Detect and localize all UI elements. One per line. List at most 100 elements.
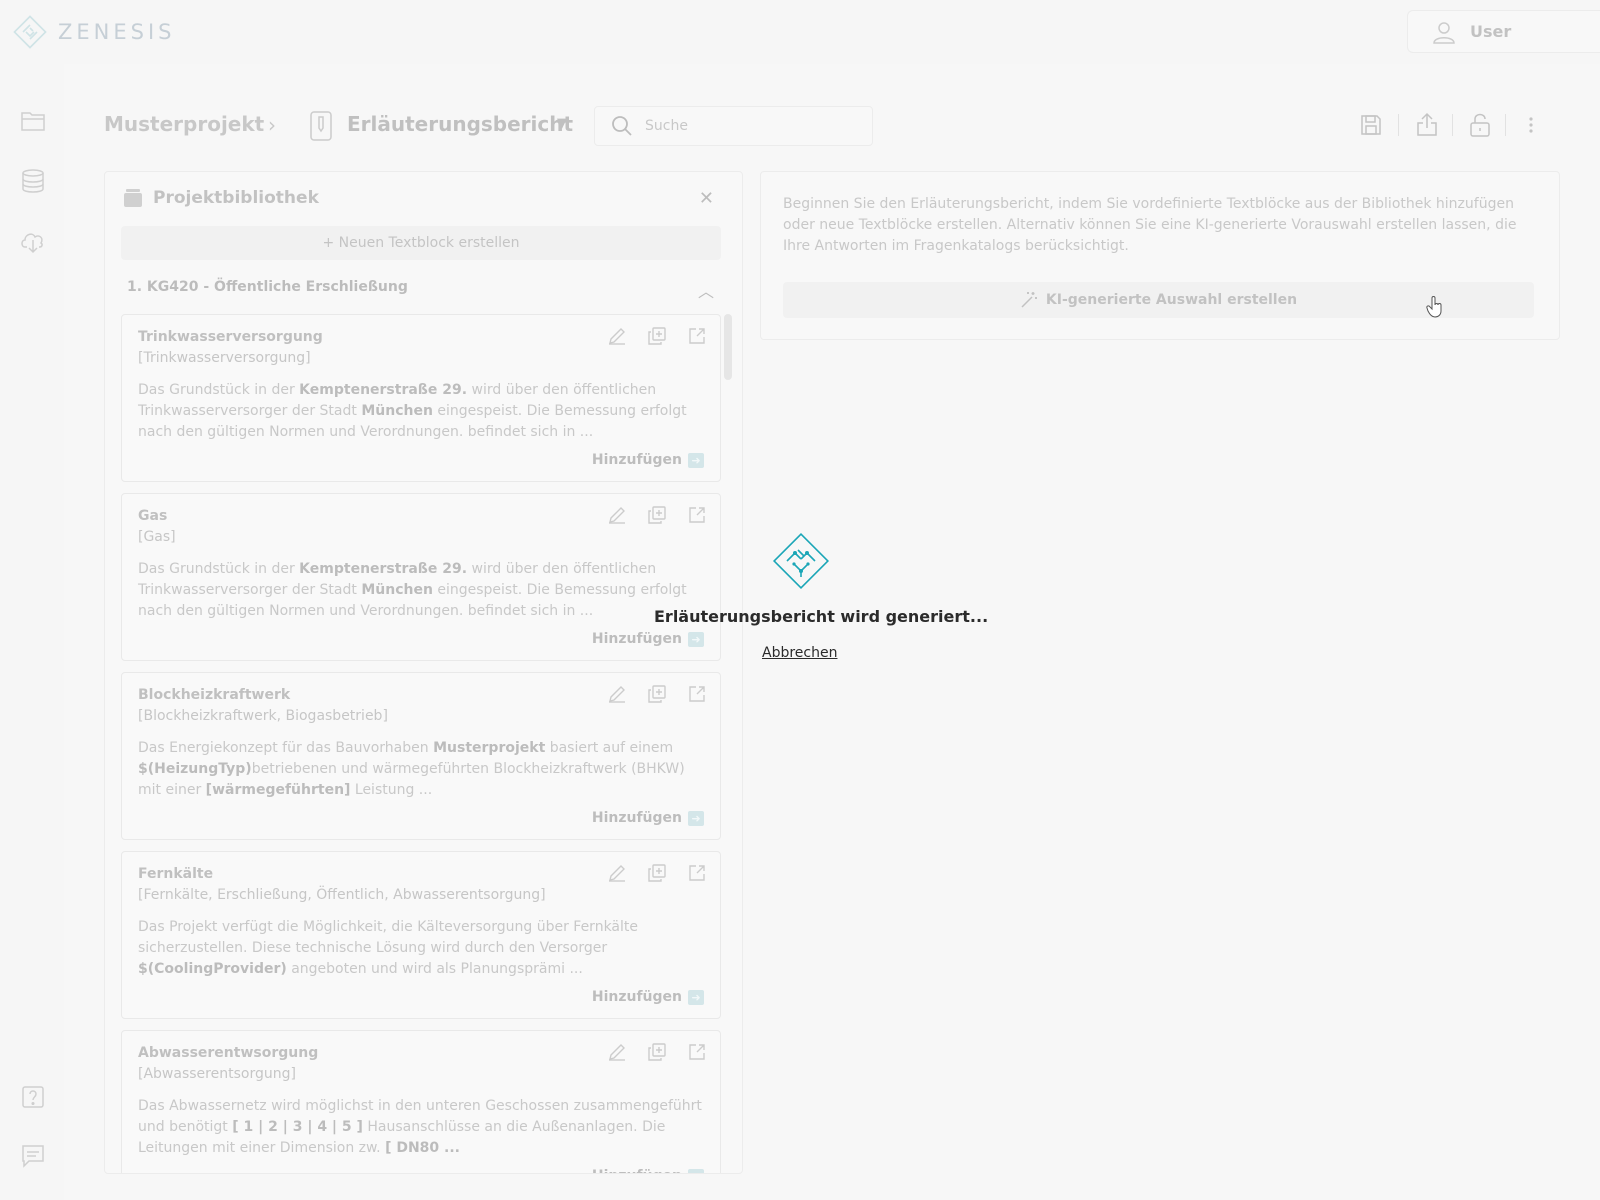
project-library-panel: Projektbibliothek ✕ + Neuen Textblock er… <box>104 171 743 1174</box>
logo[interactable]: ZENESIS <box>12 14 176 50</box>
hand-cursor-icon <box>1426 296 1442 318</box>
add-label: Hinzufügen <box>591 631 682 647</box>
preview-text: Das Grundstück in der <box>138 561 300 577</box>
add-textblock-button[interactable]: Hinzufügen ➜ <box>592 989 704 1005</box>
textblock-tags: [Trinkwasserversorgung] <box>138 350 311 366</box>
library-header: Projektbibliothek <box>123 188 319 208</box>
add-label: Hinzufügen <box>592 1168 682 1173</box>
open-external-icon[interactable] <box>688 685 706 703</box>
more-options-icon[interactable] <box>1526 112 1536 138</box>
placeholder-value: [ DN80 ... <box>385 1140 460 1156</box>
edit-icon[interactable] <box>608 327 626 345</box>
textblock-title: Trinkwasserversorgung <box>138 329 323 345</box>
user-label: User <box>1470 22 1512 41</box>
preview-text: Das Projekt verfügt die Möglichkeit, die… <box>138 919 639 956</box>
open-external-icon[interactable] <box>688 864 706 882</box>
cancel-link[interactable]: Abbrechen <box>762 645 837 661</box>
unlock-icon[interactable] <box>1469 112 1491 138</box>
logo-text: ZENESIS <box>58 20 176 44</box>
placeholder-value: München <box>361 582 433 598</box>
add-label: Hinzufügen <box>591 989 682 1005</box>
arrow-right-icon: ➜ <box>688 452 704 468</box>
toolbar-divider <box>1398 114 1399 136</box>
edit-icon[interactable] <box>608 864 626 882</box>
user-menu-button[interactable]: User <box>1407 10 1600 53</box>
textblock-card[interactable]: Fernkälte [Fernkälte, Erschließung, Öffen… <box>121 851 721 1019</box>
edit-icon[interactable] <box>608 506 626 524</box>
preview-text: angeboten und wird als Planungsprämi ... <box>286 961 583 977</box>
add-label: Hinzufügen <box>591 810 682 826</box>
document-icon <box>310 111 332 141</box>
arrow-right-icon: ➜ <box>688 1168 704 1173</box>
breadcrumb-project[interactable]: Musterprojekt <box>104 112 264 136</box>
edit-icon[interactable] <box>608 685 626 703</box>
ki-selection-button[interactable]: KI-generierte Auswahl erstellen <box>783 282 1534 318</box>
textblock-actions <box>608 864 706 882</box>
export-icon[interactable] <box>1416 112 1438 138</box>
textblock-title: Blockheizkraftwerk <box>138 687 291 703</box>
search-placeholder: Suche <box>645 118 688 134</box>
textblock-actions <box>608 327 706 345</box>
scrollbar-thumb[interactable] <box>724 314 732 380</box>
section-title[interactable]: 1. KG420 - Öffentliche Erschließung <box>127 279 408 295</box>
document-dropdown-chevron-icon[interactable]: ▼ <box>557 116 567 131</box>
open-external-icon[interactable] <box>688 506 706 524</box>
placeholder-value: $(CoolingProvider) <box>138 961 287 977</box>
search-input[interactable]: Suche <box>594 106 873 146</box>
textblock-card[interactable]: Trinkwasserversorgung [Trinkwasserversorg… <box>121 314 721 482</box>
textblock-title: Abwasserentwsorgung <box>138 1045 319 1061</box>
textblock-title: Fernkälte <box>138 866 214 882</box>
duplicate-icon[interactable] <box>648 506 666 524</box>
arrow-right-icon: ➜ <box>688 810 704 826</box>
textblock-preview: Das Projekt verfügt die Möglichkeit, die… <box>138 917 703 980</box>
zenesis-loading-icon <box>772 532 830 590</box>
textblock-tags: [Abwasserentsorgung] <box>138 1066 296 1082</box>
textblock-tags: [Fernkälte, Erschließung, Öffentlich, Ab… <box>138 887 546 903</box>
duplicate-icon[interactable] <box>648 1043 666 1061</box>
duplicate-icon[interactable] <box>648 327 666 345</box>
placeholder-value: Musterprojekt <box>433 740 546 756</box>
database-icon[interactable] <box>20 168 46 194</box>
edit-icon[interactable] <box>608 1043 626 1061</box>
zenesis-logo-icon <box>13 15 47 49</box>
open-external-icon[interactable] <box>688 1043 706 1061</box>
user-icon <box>1433 21 1455 44</box>
new-textblock-button[interactable]: + Neuen Textblock erstellen <box>121 226 721 260</box>
toolbar-divider <box>1452 114 1453 136</box>
breadcrumb-document[interactable]: Erläuterungsbericht <box>347 112 573 136</box>
help-icon[interactable] <box>20 1084 46 1110</box>
chat-icon[interactable] <box>20 1143 46 1169</box>
textblock-preview: Das Grundstück in der Kemptenerstraße 29… <box>138 380 703 443</box>
cloud-download-icon[interactable] <box>20 228 46 254</box>
textblock-card[interactable]: Blockheizkraftwerk [Blockheizkraftwerk, B… <box>121 672 721 840</box>
add-textblock-button[interactable]: Hinzufügen ➜ <box>592 631 704 647</box>
preview-text: Das Energiekonzept für das Bauvorhaben <box>138 740 434 756</box>
duplicate-icon[interactable] <box>648 864 666 882</box>
textblock-actions <box>608 1043 706 1061</box>
breadcrumb-separator-icon: › <box>268 113 276 137</box>
search-icon <box>612 116 632 136</box>
magic-wand-icon <box>1021 292 1037 308</box>
add-textblock-button[interactable]: Hinzufügen ➜ <box>592 810 704 826</box>
arrow-right-icon: ➜ <box>688 989 704 1005</box>
toolbar-divider <box>1505 114 1506 136</box>
editor-intro-text: Beginnen Sie den Erläuterungsbericht, in… <box>783 196 1517 254</box>
open-external-icon[interactable] <box>688 327 706 345</box>
library-title: Projektbibliothek <box>153 188 319 208</box>
textblock-card[interactable]: Gas [Gas] Das Grundstück in der Kempteners… <box>121 493 721 661</box>
preview-text: Leistung ... <box>350 782 433 798</box>
duplicate-icon[interactable] <box>648 685 666 703</box>
placeholder-value: [wärmegeführten] <box>205 782 351 798</box>
add-textblock-button[interactable]: Hinzufügen ➜ <box>592 452 704 468</box>
preview-text: Das Grundstück in der <box>138 382 300 398</box>
library-icon <box>124 189 142 207</box>
placeholder-value: Kemptenerstraße 29. <box>299 561 468 577</box>
save-icon[interactable] <box>1360 112 1382 138</box>
close-icon[interactable]: ✕ <box>699 188 714 209</box>
folder-icon[interactable] <box>20 108 46 134</box>
textblock-tags: [Blockheizkraftwerk, Biogasbetrieb] <box>138 708 388 724</box>
loading-message: Erläuterungsbericht wird generiert... <box>654 607 989 626</box>
chevron-up-icon[interactable]: ︿ <box>698 278 714 302</box>
add-textblock-button[interactable]: Hinzufügen ➜ <box>592 1168 704 1173</box>
textblock-card[interactable]: Abwasserentwsorgung [Abwasserentsorgung] D… <box>121 1030 721 1173</box>
